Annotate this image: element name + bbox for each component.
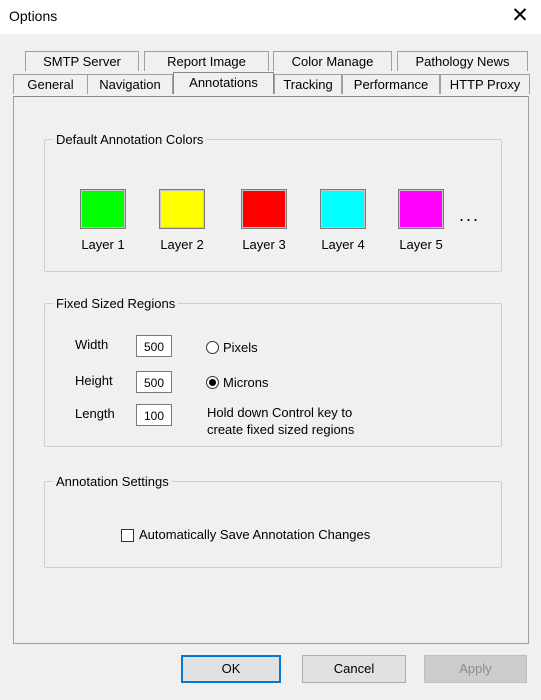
fixed-sized-regions-group: Fixed Sized Regions Width 500 Pixels Hei… [44,296,502,447]
title-bar: Options ✕ [0,0,541,34]
apply-button[interactable]: Apply [424,655,527,683]
pixels-label[interactable]: Pixels [223,340,258,355]
annotation-settings-group: Annotation Settings Automatically Save A… [44,474,502,568]
more-layers-ellipsis[interactable]: ... [459,205,480,226]
radio-selected-dot [209,379,216,386]
width-label: Width [75,337,109,352]
pixels-radio[interactable] [206,341,219,354]
layer-3-color-swatch[interactable] [241,189,287,229]
annotation-settings-legend: Annotation Settings [56,474,169,489]
microns-radio[interactable] [206,376,219,389]
annotations-tab-panel: Default Annotation Colors ... Layer 1 La… [13,96,529,644]
tab-annotations[interactable]: Annotations [173,72,274,94]
layer-1-color-swatch[interactable] [80,189,126,229]
layer-3-label: Layer 3 [242,237,286,252]
close-icon[interactable]: ✕ [507,3,533,29]
layer-2-color-swatch[interactable] [159,189,205,229]
tab-general[interactable]: General [13,74,88,94]
layer-5-label: Layer 5 [399,237,443,252]
layer-4-label: Layer 4 [321,237,365,252]
tab-tracking[interactable]: Tracking [274,74,342,94]
auto-save-checkbox[interactable] [121,529,134,542]
layer-1-label: Layer 1 [81,237,125,252]
default-annotation-colors-group: Default Annotation Colors ... Layer 1 La… [44,132,502,272]
width-input[interactable]: 500 [136,335,172,357]
tab-http-proxy[interactable]: HTTP Proxy [440,74,530,94]
tab-navigation[interactable]: Navigation [87,74,173,94]
layer-4-color-swatch[interactable] [320,189,366,229]
microns-label[interactable]: Microns [223,375,269,390]
tab-pathology-news[interactable]: Pathology News [397,51,528,71]
fixed-sized-regions-legend: Fixed Sized Regions [56,296,176,311]
ok-button[interactable]: OK [181,655,281,683]
height-label: Height [75,373,113,388]
tab-color-manage[interactable]: Color Manage [273,51,392,71]
window-title: Options [9,8,58,24]
layer-2-label: Layer 2 [160,237,204,252]
hint-line-1: Hold down Control key to [207,405,353,420]
length-input[interactable]: 100 [136,404,172,426]
tab-report-image[interactable]: Report Image [144,51,269,71]
height-input[interactable]: 500 [136,371,172,393]
cancel-button[interactable]: Cancel [302,655,406,683]
auto-save-label[interactable]: Automatically Save Annotation Changes [139,527,370,542]
hint-line-2: create fixed sized regions [207,422,355,437]
layer-5-color-swatch[interactable] [398,189,444,229]
tab-smtp-server[interactable]: SMTP Server [25,51,139,71]
tab-performance[interactable]: Performance [342,74,440,94]
length-label: Length [75,406,115,421]
default-annotation-colors-legend: Default Annotation Colors [56,132,204,147]
